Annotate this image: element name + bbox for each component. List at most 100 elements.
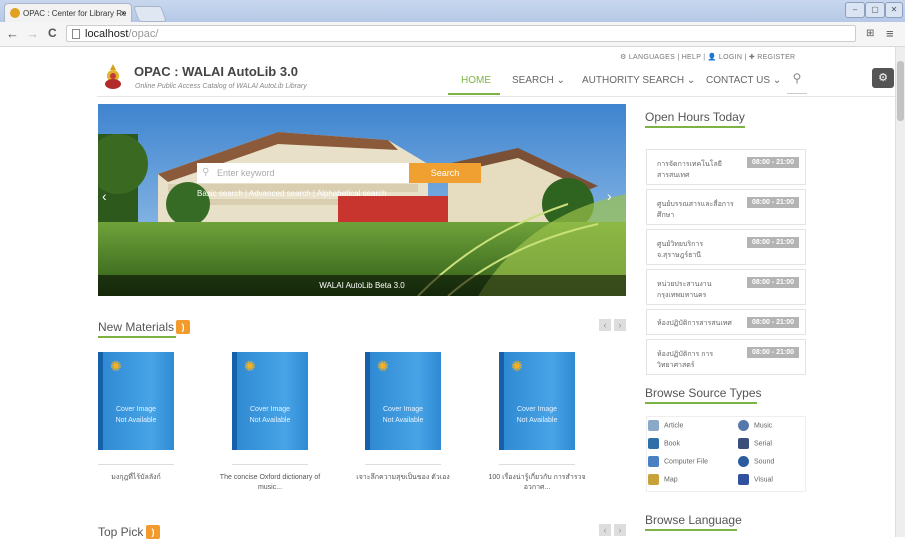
cover-text: Not Available [249, 417, 291, 424]
music-icon [738, 420, 749, 431]
page-icon [72, 29, 80, 39]
source-type-map[interactable]: Map [648, 474, 678, 485]
hours-item: ศูนย์วิทยบริการ จ.สุราษฎร์ธานี 08:00 - 21… [646, 229, 806, 265]
scrollbar[interactable] [895, 47, 905, 537]
extension-icon[interactable]: ⊞ [866, 28, 874, 39]
search-mode-tabs[interactable]: Basic search | Advanced search | Alphabe… [197, 189, 387, 198]
source-type-music[interactable]: Music [738, 420, 772, 431]
tab-close-icon[interactable]: × [121, 4, 126, 22]
library-name: ห้องปฏิบัติการ การวิทยาศาสตร์ [657, 351, 714, 369]
settings-gear-icon[interactable]: ⚙ [872, 68, 894, 88]
slider-caption: WALAI AutoLib Beta 3.0 [98, 275, 626, 296]
book-cover[interactable]: ✺ Cover Image Not Available [365, 352, 441, 450]
nav-active-indicator [448, 93, 500, 95]
search-icon[interactable]: ⚲ [787, 71, 807, 94]
library-name: ศูนย์บรรณสารและสื่อการ ศึกษา [657, 201, 734, 219]
slider-prev-icon[interactable]: ‹ [102, 188, 107, 204]
maximize-button[interactable]: ▢ [865, 2, 885, 18]
hours-item: ห้องปฏิบัติการสารสนเทศ 08:00 - 21:00 [646, 309, 806, 335]
cover-text: Not Available [382, 417, 424, 424]
source-type-label: Computer File [664, 458, 708, 466]
source-type-visual[interactable]: Visual [738, 474, 773, 485]
rss-icon[interactable]: ) [176, 320, 190, 334]
cover-text: Cover Image [382, 406, 424, 413]
nav-contact-us[interactable]: CONTACT US ⌄ [706, 75, 781, 86]
prev-page-icon[interactable]: ‹ [599, 524, 611, 536]
section-underline [645, 402, 757, 404]
cover-text: Cover Image [115, 406, 157, 413]
university-logo [105, 64, 121, 89]
hero-slider [98, 104, 626, 296]
nav-home[interactable]: HOME [461, 75, 491, 86]
next-page-icon[interactable]: › [614, 524, 626, 536]
scrollbar-thumb[interactable] [897, 61, 904, 121]
minimize-button[interactable]: – [845, 2, 865, 18]
source-type-sound[interactable]: Sound [738, 456, 774, 467]
source-type-label: Visual [754, 476, 773, 484]
back-button[interactable]: ← [6, 26, 19, 41]
nav-authority-search[interactable]: AUTHORITY SEARCH ⌄ [582, 75, 695, 86]
book-title[interactable]: เจาะลึกความสุขเป็นของ ตัวเอง [348, 473, 458, 483]
library-building-photo [98, 104, 626, 296]
hours-item: หน่วยประสานงาน กรุงเทพมหานคร 08:00 - 21:0… [646, 269, 806, 305]
source-type-label: Book [664, 440, 680, 448]
serial-icon [738, 438, 749, 449]
sound-icon [738, 456, 749, 467]
map-icon [648, 474, 659, 485]
book-title[interactable]: The concise Oxford dictionary of music..… [215, 473, 325, 493]
sun-icon: ✺ [110, 358, 122, 374]
sun-icon: ✺ [511, 358, 523, 374]
tab-title: OPAC : Center for Library Re [23, 9, 127, 18]
top-links[interactable]: ⚙ LANGUAGES | HELP | 👤 LOGIN | ✚ REGISTE… [620, 53, 795, 61]
book-title[interactable]: มงกุฎที่ไร้บัลลังก์ [81, 473, 191, 483]
source-type-label: Article [664, 422, 684, 430]
cover-text: Cover Image [516, 406, 558, 413]
slider-next-icon[interactable]: › [607, 188, 612, 204]
section-underline [98, 336, 176, 338]
hours-badge: 08:00 - 21:00 [747, 157, 799, 168]
open-hours-heading: Open Hours Today [645, 110, 745, 124]
new-tab-button[interactable] [133, 6, 167, 22]
sun-icon: ✺ [377, 358, 389, 374]
hours-item: ห้องปฏิบัติการ การวิทยาศาสตร์ 08:00 - 21:… [646, 339, 806, 375]
book-divider [365, 464, 441, 465]
site-brand[interactable]: OPAC : WALAI AutoLib 3.0 [134, 64, 298, 79]
reload-button[interactable]: C [48, 26, 57, 40]
magnifier-icon: ⚲ [202, 167, 210, 178]
book-divider [232, 464, 308, 465]
section-underline [645, 529, 737, 531]
source-type-book[interactable]: Book [648, 438, 680, 449]
hours-badge: 08:00 - 21:00 [747, 197, 799, 208]
book-cover[interactable]: ✺ Cover Image Not Available [499, 352, 575, 450]
cover-text: Not Available [115, 417, 157, 424]
source-type-serial[interactable]: Serial [738, 438, 772, 449]
source-type-computer-file[interactable]: Computer File [648, 456, 708, 467]
book-divider [499, 464, 575, 465]
url-path: /opac/ [128, 28, 159, 40]
source-types-heading: Browse Source Types [645, 386, 762, 400]
address-bar: ← → C localhost/opac/ ⊞ ≡ [0, 22, 905, 47]
source-type-article[interactable]: Article [648, 420, 683, 431]
book-title[interactable]: 100 เรื่องน่ารู้เกี่ยวกับ การสำรวจอวกาศ.… [482, 473, 592, 493]
hours-badge: 08:00 - 21:00 [747, 317, 799, 328]
browse-language-heading: Browse Language [645, 513, 742, 527]
browser-menu-icon[interactable]: ≡ [886, 26, 894, 41]
book-cover[interactable]: ✺ Cover Image Not Available [232, 352, 308, 450]
forward-button[interactable]: → [26, 26, 39, 41]
hours-item: ศูนย์บรรณสารและสื่อการ ศึกษา 08:00 - 21:0… [646, 189, 806, 225]
browser-tab[interactable]: OPAC : Center for Library Re × [4, 3, 132, 22]
book-cover[interactable]: ✺ Cover Image Not Available [98, 352, 174, 450]
prev-page-icon[interactable]: ‹ [599, 319, 611, 331]
hours-badge: 08:00 - 21:00 [747, 277, 799, 288]
close-window-button[interactable]: ✕ [885, 2, 903, 18]
url-field[interactable]: localhost/opac/ [66, 25, 856, 42]
library-name: การจัดการเทคโนโลยี สารสนเทศ [657, 161, 722, 179]
next-page-icon[interactable]: › [614, 319, 626, 331]
keyword-search-input[interactable]: ⚲ Enter keyword [197, 163, 409, 183]
header-divider [97, 96, 895, 97]
search-button[interactable]: Search [409, 163, 481, 183]
source-type-label: Sound [754, 458, 775, 466]
nav-search[interactable]: SEARCH ⌄ [512, 75, 565, 86]
site-tagline: Online Public Access Catalog of WALAI Au… [135, 83, 307, 90]
computer-file-icon [648, 456, 659, 467]
